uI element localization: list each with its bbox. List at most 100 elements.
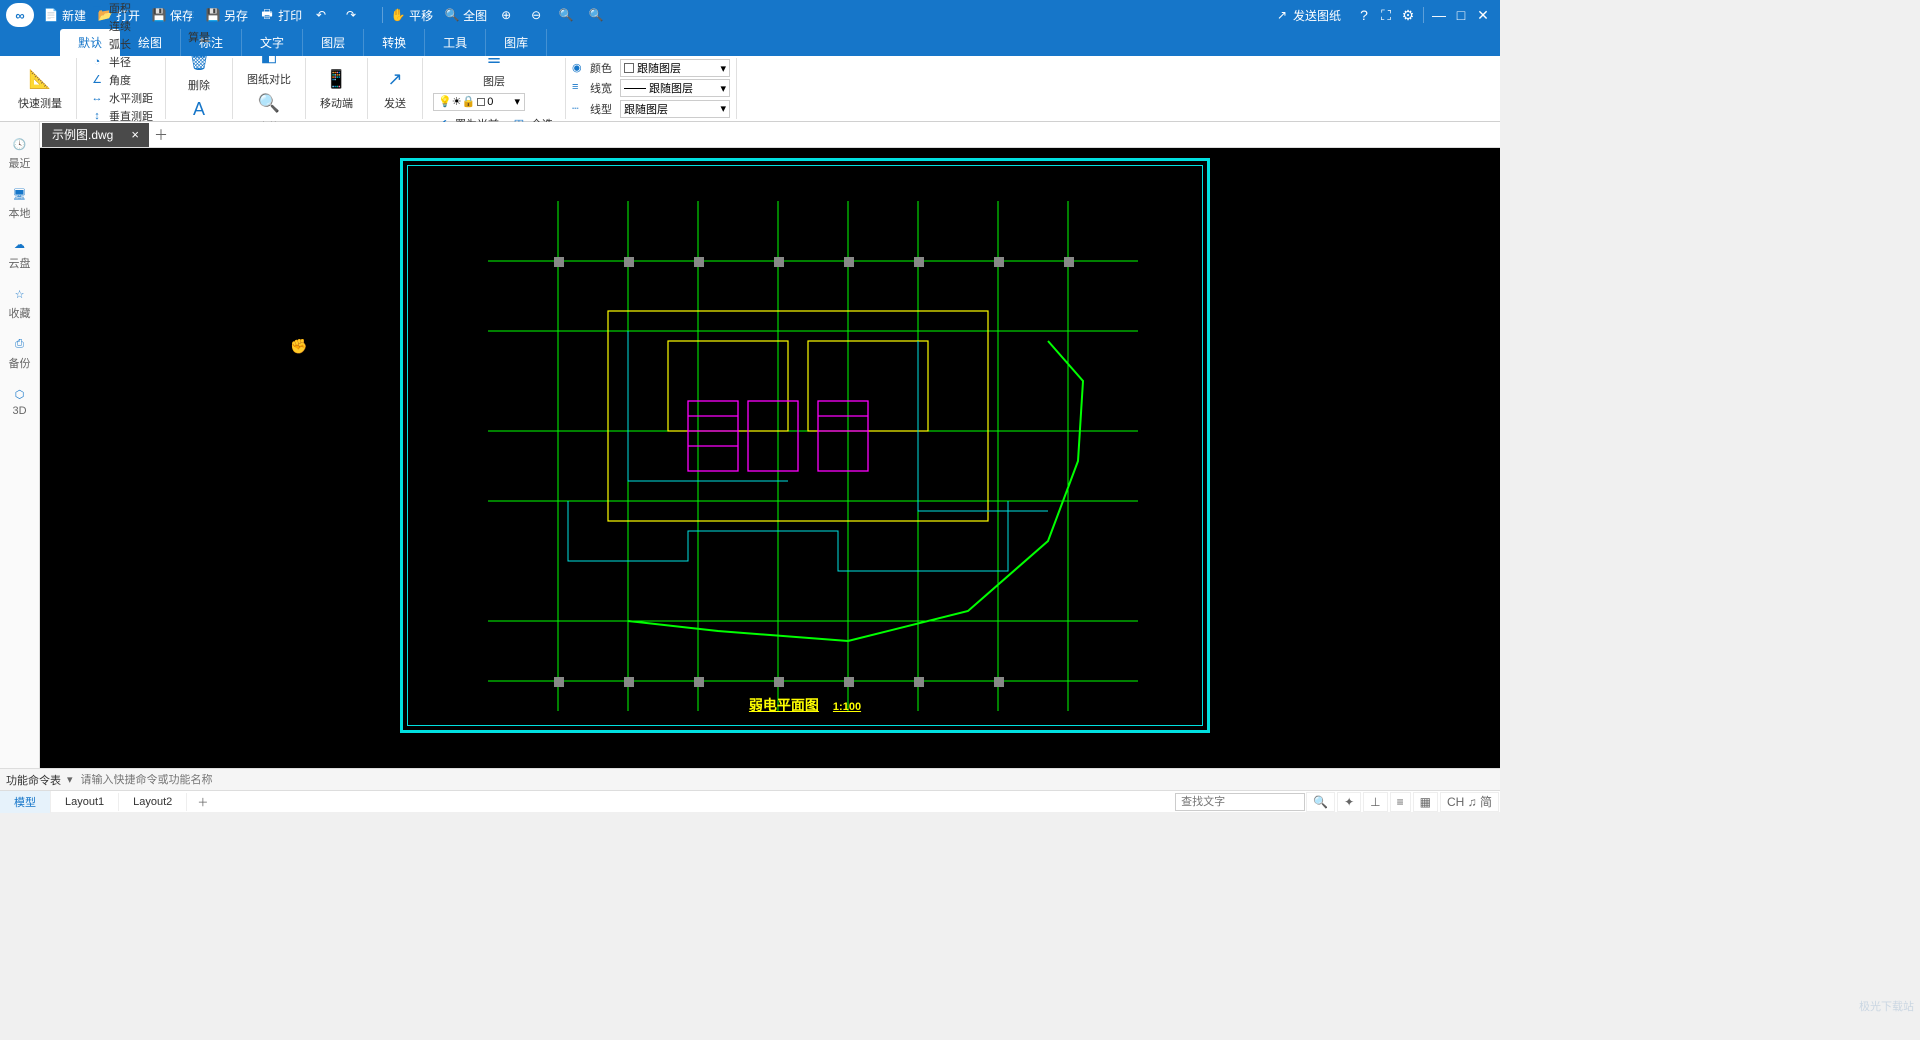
hdist-button[interactable]: ↔水平测距 (83, 89, 159, 107)
fit-icon: 🔍 (445, 8, 459, 22)
minimize-button[interactable]: — (1428, 7, 1450, 23)
continuous-icon: ↦ (89, 18, 105, 34)
search-icon: 🔍 (256, 91, 282, 117)
monitor-icon: 🖥 (11, 185, 29, 203)
clock-icon: 🕓 (11, 135, 29, 153)
ribbon: 📐 快速测量 📏长度 ▭面积 ↦连续 ◠弧长 ◔半径 ∠角度 ↔水平测距 ↕垂直… (0, 56, 1500, 122)
print-button[interactable]: 🖶打印 (260, 7, 302, 24)
command-input[interactable] (81, 774, 1494, 786)
text-icon: A (186, 97, 212, 123)
chevron-down-icon: ▾ (720, 62, 726, 75)
search-input[interactable] (1175, 793, 1305, 811)
fit-button[interactable]: 🔍全图 (445, 7, 487, 24)
tab-convert[interactable]: 转换 (364, 29, 425, 56)
maximize-button[interactable]: □ (1450, 7, 1472, 23)
drawing-title: 弱电平面图1:100 (749, 695, 861, 715)
drawing-frame: 弱电平面图1:100 (400, 158, 1210, 733)
pan-button[interactable]: ✋平移 (391, 7, 433, 24)
calc-button[interactable]: ▤算量 (172, 0, 226, 47)
compare-button[interactable]: ◧图纸对比 (239, 41, 299, 89)
send-drawing-button[interactable]: ↗发送图纸 (1275, 7, 1341, 24)
compare-icon: ◧ (256, 43, 282, 69)
chevron-down-icon: ▾ (720, 102, 726, 115)
delete-button[interactable]: 🗑删除 (172, 47, 226, 95)
zoom-in-button[interactable]: ⊕ (499, 8, 517, 22)
layer-selector[interactable]: 💡 ☀ 🔒 0 ▾ (433, 93, 525, 111)
trash-icon: 🗑 (186, 49, 212, 75)
layer-color-swatch (477, 98, 485, 106)
close-button[interactable]: ✕ (1472, 7, 1494, 24)
layout-tab-1[interactable]: Layout1 (51, 793, 119, 811)
zoom-out-icon: ⊖ (529, 8, 543, 22)
backup-icon: ⎙ (11, 335, 29, 353)
angle-icon: ∠ (89, 72, 105, 88)
arc-button[interactable]: ◠弧长 (83, 35, 159, 53)
star-icon: ☆ (11, 285, 29, 303)
lineweight-label: 线宽 (590, 80, 620, 96)
file-tab-label: 示例图.dwg (52, 126, 113, 143)
search-go-button[interactable]: 🔍 (1306, 792, 1335, 812)
redo-button[interactable]: ↷ (344, 8, 362, 22)
area-icon: ▭ (89, 0, 105, 16)
new-icon: 📄 (44, 8, 58, 22)
file-tab[interactable]: 示例图.dwg × (42, 123, 149, 147)
tab-layer[interactable]: 图层 (303, 29, 364, 56)
cube-icon: ⬡ (11, 385, 29, 403)
layout-tab-2[interactable]: Layout2 (119, 793, 187, 811)
undo-button[interactable]: ↶ (314, 8, 332, 22)
fullscreen-button[interactable]: ⛶ (1375, 7, 1397, 24)
sun-icon: ☀ (452, 95, 462, 108)
new-button[interactable]: 📄新建 (44, 7, 86, 24)
side-favorite[interactable]: ☆收藏 (0, 278, 39, 328)
settings-button[interactable]: ⚙ (1397, 7, 1419, 24)
radius-button[interactable]: ◔半径 (83, 53, 159, 71)
zoom-extents-icon: 🔍 (589, 8, 603, 22)
linetype-select[interactable]: 跟随图层▾ (620, 100, 730, 118)
zoom-in-icon: ⊕ (499, 8, 513, 22)
file-tabs: 示例图.dwg × ＋ (40, 122, 1500, 148)
pan-cursor-icon: ✊ (290, 338, 307, 355)
lineweight-toggle[interactable]: ≡ (1390, 792, 1411, 812)
zoom-window-icon: 🔍 (559, 8, 573, 22)
chevron-down-icon[interactable]: ▾ (67, 773, 73, 786)
chevron-down-icon: ▾ (720, 82, 726, 95)
side-backup[interactable]: ⎙备份 (0, 328, 39, 378)
linetype-label: 线型 (590, 101, 620, 117)
ortho-button[interactable]: ⊥ (1363, 792, 1387, 812)
side-cloud[interactable]: ☁云盘 (0, 228, 39, 278)
lineweight-icon: ≡ (572, 81, 586, 95)
add-layout-button[interactable]: ＋ (187, 794, 218, 810)
area-button[interactable]: ▭面积 (83, 0, 159, 17)
calc-icon: ▤ (186, 1, 212, 27)
chevron-down-icon: ▾ (514, 95, 520, 108)
help-button[interactable]: ? (1353, 7, 1375, 23)
layout-tab-model[interactable]: 模型 (0, 791, 51, 813)
add-tab-button[interactable]: ＋ (149, 125, 173, 145)
side-3d[interactable]: ⬡3D (0, 378, 39, 424)
lineweight-select[interactable]: 跟随图层▾ (620, 79, 730, 97)
lock-icon: 🔒 (462, 95, 476, 108)
redo-icon: ↷ (344, 8, 358, 22)
mobile-button[interactable]: 📱移动端 (312, 65, 361, 113)
zoom-window-button[interactable]: 🔍 (559, 8, 577, 22)
zoom-extents-button[interactable]: 🔍 (589, 8, 607, 22)
side-local[interactable]: 🖥本地 (0, 178, 39, 228)
print-icon: 🖶 (260, 8, 274, 22)
layers-icon: ≣ (481, 45, 507, 71)
ime-indicator[interactable]: CH ♫ 简 (1440, 792, 1499, 812)
drawing-canvas[interactable]: ✊ (40, 148, 1500, 768)
quick-measure-button[interactable]: 📐 快速测量 (10, 65, 70, 113)
radius-icon: ◔ (89, 54, 105, 70)
send-button[interactable]: ↗发送 (374, 65, 416, 113)
side-recent[interactable]: 🕓最近 (0, 128, 39, 178)
lineweight-preview (624, 88, 646, 89)
color-select[interactable]: 跟随图层▾ (620, 59, 730, 77)
watermark: 极光下载站 (1859, 998, 1914, 1014)
continuous-button[interactable]: ↦连续 (83, 17, 159, 35)
grid-toggle[interactable]: ▦ (1413, 792, 1438, 812)
zoom-out-button[interactable]: ⊖ (529, 8, 547, 22)
close-tab-button[interactable]: × (131, 127, 139, 142)
snap-button[interactable]: ✦ (1337, 792, 1361, 812)
angle-button[interactable]: ∠角度 (83, 71, 159, 89)
layers-button[interactable]: ≣图层 (429, 43, 559, 91)
